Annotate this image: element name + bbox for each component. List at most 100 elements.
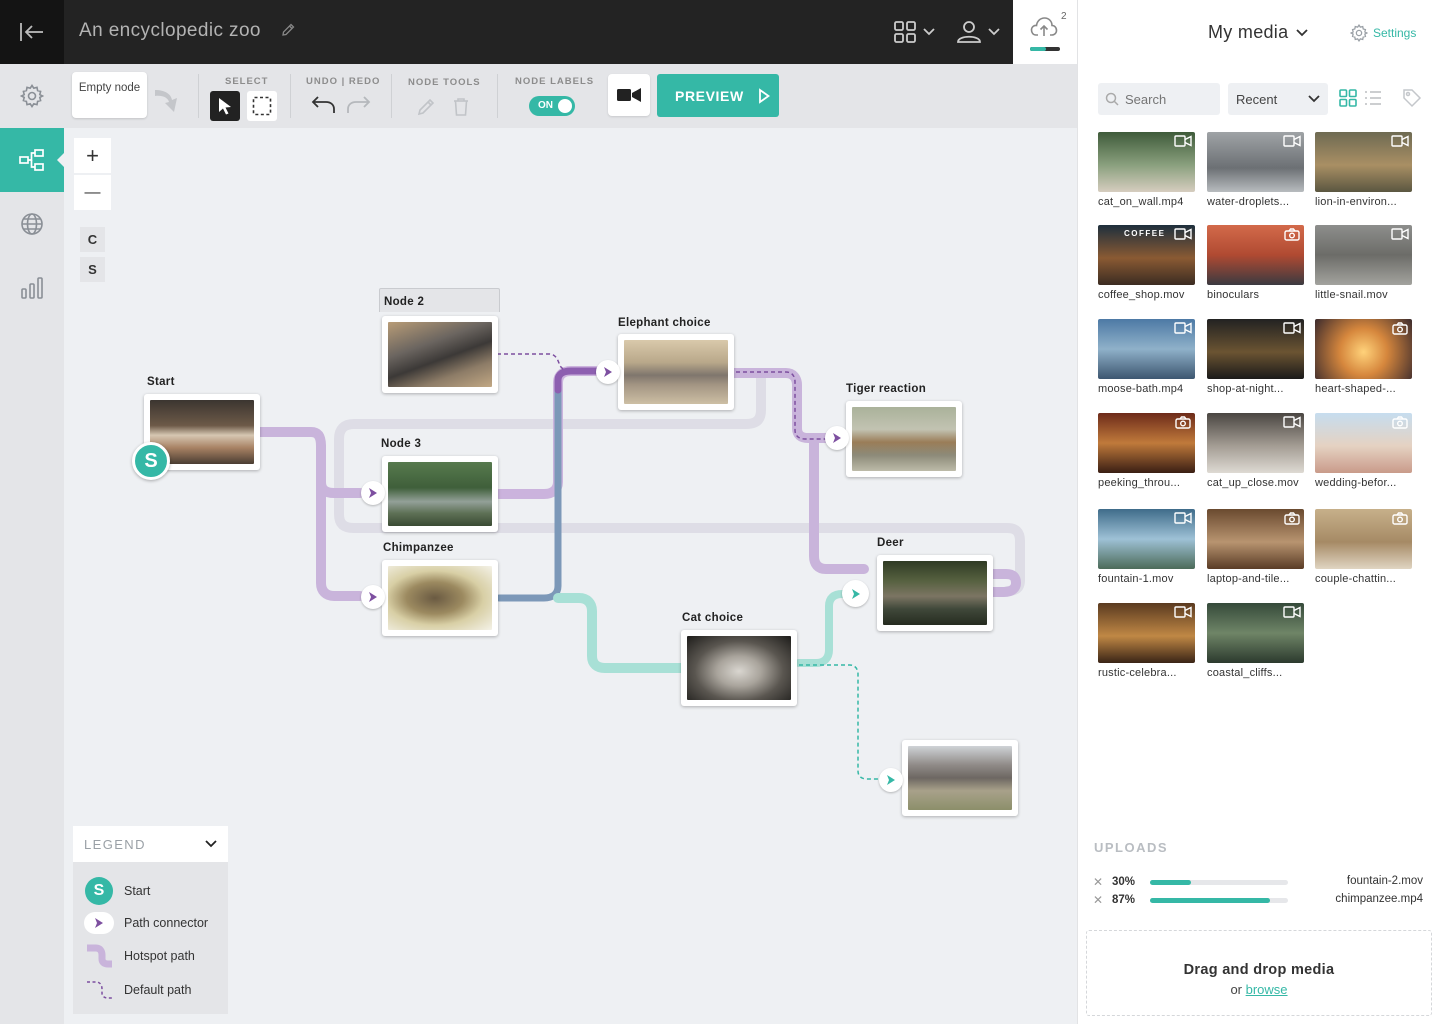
empty-node-button[interactable]: Empty node [72,72,147,118]
media-item[interactable]: cat_up_close.mov [1207,413,1304,489]
chevron-down-icon [1296,28,1309,36]
photo-type-icon [1390,511,1409,525]
editor-toolbar: Empty node SELECT UNDO | REDO NODE TOOLS… [64,64,1077,128]
apps-menu[interactable] [893,20,935,44]
rail-node-map-button[interactable] [0,128,64,192]
path-connector[interactable] [879,768,903,792]
rail-settings-button[interactable] [0,64,64,128]
node-chimpanzee[interactable] [382,560,498,636]
marquee-select-tool[interactable] [247,91,277,121]
legend-panel: LEGEND S Start Path connector Hotspot pa… [73,826,228,1014]
media-item[interactable]: moose-bath.mp4 [1098,319,1195,395]
undo-icon[interactable] [311,95,337,115]
media-item[interactable]: laptop-and-tile... [1207,509,1304,585]
grid-view-icon[interactable] [1339,89,1357,107]
node-map-canvas[interactable]: + — C S Start S Node 2 Node 3 Chimpanzee… [64,128,1077,1024]
record-camera-button[interactable] [608,74,650,116]
node-unlabeled[interactable] [902,740,1018,816]
media-item[interactable]: rustic-celebra... [1098,603,1195,679]
project-title[interactable]: An encyclopedic zoo [79,20,261,42]
edit-title-pencil-icon[interactable] [280,22,296,43]
zoom-out-button[interactable]: — [74,175,111,210]
upload-progress-mini-bar [1030,47,1060,51]
user-menu[interactable] [956,20,1000,44]
media-source-label: My media [1208,22,1289,42]
cloud-upload-icon [1030,17,1058,36]
zoom-controls: + — C S [74,136,111,282]
sort-select[interactable]: Recent [1228,83,1328,115]
upload-status-tab[interactable]: 2 [1013,0,1077,64]
search-input[interactable] [1125,91,1211,107]
media-thumbnail [1207,509,1304,569]
exit-editor-button[interactable] [0,0,64,64]
media-item[interactable]: shop-at-night... [1207,319,1304,395]
default-path [799,664,888,780]
apps-grid-icon [894,21,916,43]
chevron-down-icon [1308,95,1320,103]
media-item[interactable]: cat_on_wall.mp4 [1098,132,1195,208]
node-tiger-reaction[interactable] [846,401,962,477]
pencil-icon[interactable] [416,97,436,117]
exit-icon [20,23,43,41]
select-group-label: SELECT [225,76,269,87]
toolbar-divider [391,74,392,118]
legend-header[interactable]: LEGEND [73,826,228,862]
media-item[interactable]: peeking_throu... [1098,413,1195,489]
tag-icon[interactable] [1402,88,1422,108]
media-item[interactable]: binoculars [1207,225,1304,301]
preview-button[interactable]: PREVIEW [657,74,779,117]
node-deer[interactable] [877,555,993,631]
media-item[interactable]: wedding-befor... [1315,413,1412,489]
media-thumbnail [1207,225,1304,285]
go-to-start-button[interactable]: S [80,257,105,282]
path-connector[interactable] [361,585,385,609]
media-item[interactable]: lion-in-environ... [1315,132,1412,208]
redo-icon[interactable] [345,95,371,115]
media-source-dropdown[interactable]: My media [1208,22,1309,43]
rail-analytics-button[interactable] [0,256,64,320]
media-filename: binoculars [1207,289,1260,301]
media-item[interactable]: coastal_cliffs... [1207,603,1304,679]
path-connector[interactable] [842,580,869,607]
toolbar-divider [290,74,291,118]
node-elephant-choice[interactable] [618,334,734,410]
path-connector[interactable] [596,360,620,384]
zoom-in-button[interactable]: + [74,138,111,173]
media-thumbnail [1098,319,1195,379]
center-view-button[interactable]: C [80,227,105,252]
node-node3[interactable] [382,456,498,532]
media-item[interactable]: couple-chattin... [1315,509,1412,585]
trash-icon[interactable] [452,97,470,117]
media-item[interactable]: little-snail.mov [1315,225,1412,301]
browse-link[interactable]: browse [1246,982,1288,997]
upload-progress-track [1150,880,1288,885]
node-thumbnail [908,746,1012,810]
media-item[interactable]: fountain-1.mov [1098,509,1195,585]
pointer-select-tool[interactable] [210,91,240,121]
media-item[interactable]: water-droplets... [1207,132,1304,208]
toggle-state-text: ON [538,100,553,111]
node-node2[interactable] [382,316,498,393]
gear-icon [1350,24,1368,42]
list-view-icon[interactable] [1364,89,1382,107]
node-cat-choice[interactable] [681,630,797,706]
media-drop-zone[interactable]: Drag and drop media or browse [1086,930,1432,1016]
panel-settings-link[interactable]: Settings [1350,24,1416,42]
video-type-icon [1173,134,1192,148]
rail-globe-button[interactable] [0,192,64,256]
path-connector[interactable] [825,426,849,450]
media-item[interactable]: COFFEE coffee_shop.mov [1098,225,1195,301]
chevron-down-icon [205,840,217,848]
media-item[interactable]: heart-shaped-... [1315,319,1412,395]
media-search[interactable] [1098,83,1220,115]
node-labels-toggle[interactable]: ON [529,96,575,116]
node-tools-group-label: NODE TOOLS [408,77,481,88]
cancel-upload-icon[interactable]: ✕ [1093,893,1103,907]
path-connector[interactable] [361,481,385,505]
media-filename: little-snail.mov [1315,289,1388,301]
upload-row: ✕ 30% fountain-2.mov [1093,875,1423,891]
thumbnail-overlay-text: COFFEE [1124,229,1166,238]
legend-item-start: S Start [84,876,150,906]
video-type-icon [1282,321,1301,335]
cancel-upload-icon[interactable]: ✕ [1093,875,1103,889]
